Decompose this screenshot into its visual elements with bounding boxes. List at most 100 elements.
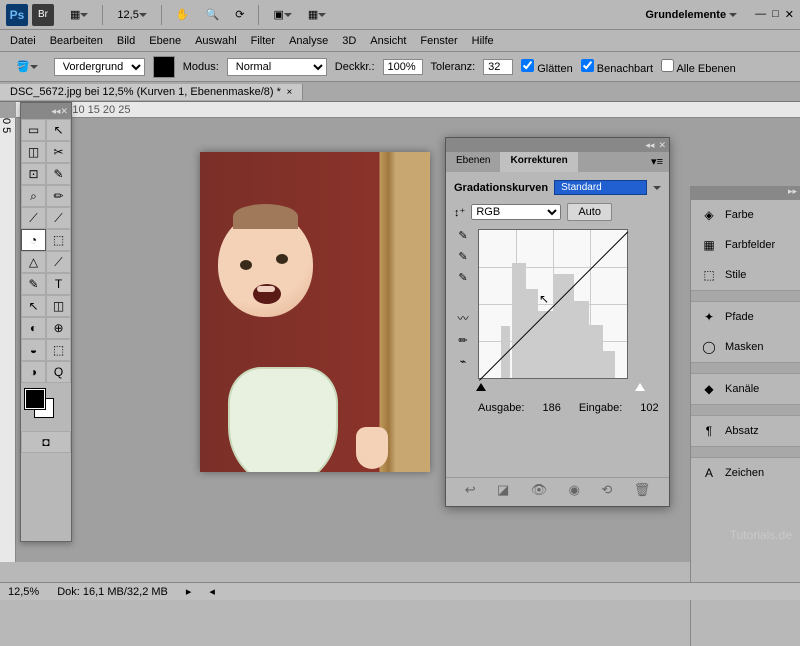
black-white-slider[interactable]	[480, 383, 641, 393]
minimize-icon[interactable]: —	[755, 8, 766, 21]
tool-1[interactable]: ↖	[46, 119, 71, 141]
eyedropper-gray-icon[interactable]: ✎	[458, 250, 467, 263]
panel-stile[interactable]: ⬚Stile	[691, 260, 800, 290]
opacity-input[interactable]	[383, 59, 423, 75]
menu-hilfe[interactable]: Hilfe	[472, 35, 494, 47]
hand-tool-icon[interactable]: ✋	[170, 5, 196, 24]
curves-graph[interactable]: ↖	[478, 229, 628, 379]
menu-auswahl[interactable]: Auswahl	[195, 35, 237, 47]
status-scroll-icon[interactable]: ◂	[209, 585, 215, 598]
menu-datei[interactable]: Datei	[10, 35, 36, 47]
pencil-mode-icon[interactable]: ✏	[458, 334, 467, 347]
tool-18[interactable]: ◐	[21, 317, 46, 339]
return-icon[interactable]: ↩	[465, 482, 476, 498]
menu-bearbeiten[interactable]: Bearbeiten	[50, 35, 103, 47]
screen-mode-button[interactable]: ▣	[267, 5, 297, 24]
smooth-checkbox[interactable]: Glätten	[521, 59, 573, 75]
opacity-label: Deckkr.:	[335, 61, 375, 73]
workspace-selector[interactable]: Grundelemente	[637, 7, 745, 23]
tool-6[interactable]: ⌕	[21, 185, 46, 207]
menu-analyse[interactable]: Analyse	[289, 35, 328, 47]
panel-absatz[interactable]: ¶Absatz	[691, 416, 800, 446]
status-arrow-icon[interactable]: ▸	[186, 585, 192, 598]
tool-20[interactable]: ◒	[21, 339, 46, 361]
paint-bucket-tool-icon[interactable]: 🪣	[10, 57, 44, 76]
tool-0[interactable]: ▭	[21, 119, 46, 141]
curves-preset-select[interactable]: Standard	[554, 180, 647, 195]
arrange-docs-button[interactable]: ▦	[64, 5, 94, 24]
tool-17[interactable]: ◫	[46, 295, 71, 317]
tool-16[interactable]: ↖	[21, 295, 46, 317]
tool-15[interactable]: T	[46, 273, 71, 295]
tool-19[interactable]: ⊕	[46, 317, 71, 339]
panel-zeichen[interactable]: AZeichen	[691, 458, 800, 488]
toolbox-collapse-icon[interactable]: ◂◂	[51, 106, 60, 117]
tool-7[interactable]: ✏	[46, 185, 71, 207]
zoom-level-select[interactable]: 12,5	[111, 6, 152, 24]
tool-4[interactable]: ⊡	[21, 163, 46, 185]
panel-collapse-icon[interactable]: ◂◂	[645, 140, 654, 151]
tool-22[interactable]: ◑	[21, 361, 46, 383]
tolerance-input[interactable]	[483, 59, 513, 75]
panel-kanäle[interactable]: ◆Kanäle	[691, 374, 800, 404]
channel-select[interactable]: RGB	[471, 204, 561, 220]
tab-korrekturen[interactable]: Korrekturen	[500, 152, 577, 172]
delete-icon[interactable]: 🗑	[634, 482, 651, 498]
all-layers-checkbox[interactable]: Alle Ebenen	[661, 59, 736, 75]
fill-target-select[interactable]: Vordergrund	[54, 58, 145, 76]
tool-12[interactable]: △	[21, 251, 46, 273]
zoom-status[interactable]: 12,5%	[8, 586, 39, 598]
blend-mode-select[interactable]: Normal	[227, 58, 327, 76]
fill-color-swatch[interactable]	[153, 56, 175, 78]
tool-9[interactable]: ⟋	[46, 207, 71, 229]
auto-button[interactable]: Auto	[567, 203, 612, 221]
tool-13[interactable]: ⟋	[46, 251, 71, 273]
document-tabbar: DSC_5672.jpg bei 12,5% (Kurven 1, Ebenen…	[0, 82, 800, 102]
tool-8[interactable]: ⟋	[21, 207, 46, 229]
panel-masken[interactable]: ◯Masken	[691, 332, 800, 362]
curve-mode-icon[interactable]: 〰	[458, 310, 469, 326]
reset-icon[interactable]: ⟲	[601, 482, 612, 498]
canvas[interactable]	[200, 152, 430, 472]
panel-menu-icon[interactable]: ▾≡	[645, 152, 669, 172]
preview-icon[interactable]: ◉	[569, 482, 580, 498]
tool-5[interactable]: ✎	[46, 163, 71, 185]
menu-filter[interactable]: Filter	[251, 35, 275, 47]
panel-farbe[interactable]: ◈Farbe	[691, 200, 800, 230]
maximize-icon[interactable]: □	[772, 8, 779, 21]
panel-pfade[interactable]: ✦Pfade	[691, 302, 800, 332]
tool-11[interactable]: ⬚	[46, 229, 71, 251]
menu-fenster[interactable]: Fenster	[420, 35, 457, 47]
menu-ebene[interactable]: Ebene	[149, 35, 181, 47]
quick-mask-icon[interactable]: ◘	[21, 431, 71, 453]
tool-21[interactable]: ⬚	[46, 339, 71, 361]
tab-ebenen[interactable]: Ebenen	[446, 152, 500, 172]
menu-ansicht[interactable]: Ansicht	[370, 35, 406, 47]
menu-3d[interactable]: 3D	[342, 35, 356, 47]
rotate-view-icon[interactable]: ⟳	[229, 5, 250, 24]
clip-icon[interactable]: ◪	[497, 482, 509, 498]
panel-close-icon[interactable]: ✕	[658, 140, 666, 151]
eyedropper-white-icon[interactable]: ✎	[458, 271, 467, 284]
menu-bild[interactable]: Bild	[117, 35, 135, 47]
eyedropper-black-icon[interactable]: ✎	[458, 229, 467, 242]
close-icon[interactable]: ✕	[785, 8, 794, 21]
visibility-icon[interactable]: 👁	[531, 482, 548, 498]
tool-3[interactable]: ✂	[46, 141, 71, 163]
tool-10[interactable]: ◔	[21, 229, 46, 251]
document-tab[interactable]: DSC_5672.jpg bei 12,5% (Kurven 1, Ebenen…	[0, 84, 303, 100]
contiguous-checkbox[interactable]: Benachbart	[581, 59, 653, 75]
foreground-background-swatch[interactable]	[25, 389, 67, 425]
tool-2[interactable]: ◫	[21, 141, 46, 163]
bridge-logo-icon[interactable]: Br	[32, 4, 54, 26]
smooth-curve-icon[interactable]: ⌁	[460, 355, 467, 368]
toolbox-panel: ◂◂✕ ▭↖◫✂⊡✎⌕✏⟋⟋◔⬚△⟋✎T↖◫◐⊕◒⬚◑Q ◘	[20, 102, 72, 542]
zoom-tool-icon[interactable]: 🔍	[200, 5, 226, 24]
tool-23[interactable]: Q	[46, 361, 71, 383]
target-adjust-icon[interactable]: ↕⁺	[454, 206, 465, 219]
extras-button[interactable]: ▦	[302, 5, 332, 24]
toolbox-close-icon[interactable]: ✕	[60, 106, 68, 117]
tool-14[interactable]: ✎	[21, 273, 46, 295]
dock-collapse-icon[interactable]: ▸▸	[788, 186, 797, 200]
panel-farbfelder[interactable]: ▦Farbfelder	[691, 230, 800, 260]
